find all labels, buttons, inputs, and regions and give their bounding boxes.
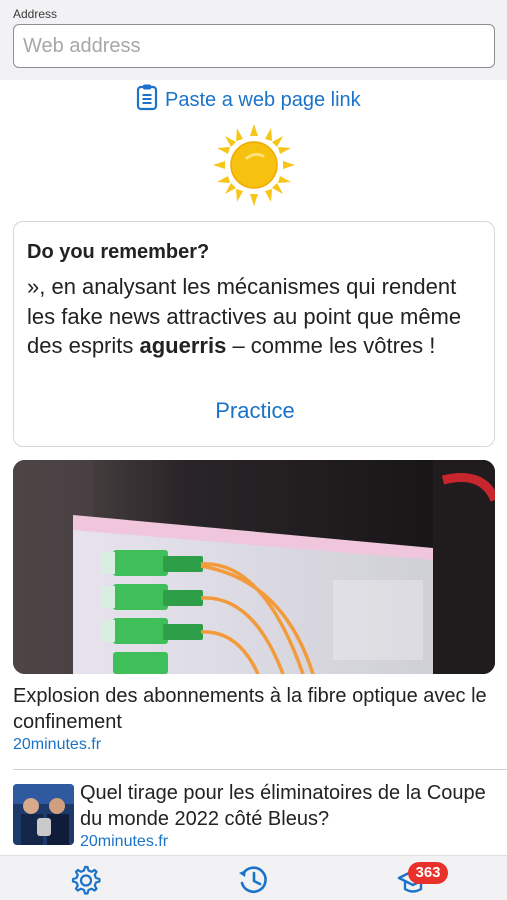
paste-link-label: Paste a web page link: [165, 88, 361, 111]
article-source: 20minutes.fr: [80, 833, 169, 850]
article-divider: [13, 769, 507, 770]
graduation-cap-icon: [397, 869, 429, 900]
article-hero-image[interactable]: [13, 460, 495, 674]
address-bar-panel: Address: [0, 0, 507, 80]
settings-tab[interactable]: [69, 864, 103, 896]
article-title[interactable]: Quel tirage pour les éliminatoires de la…: [80, 780, 500, 832]
history-clock-icon: [237, 866, 269, 900]
article-thumbnail[interactable]: [13, 784, 74, 845]
article-source: 20minutes.fr: [13, 736, 102, 753]
remember-card: Do you remember? », en analysant les méc…: [13, 221, 495, 447]
history-tab[interactable]: [237, 864, 271, 896]
card-title: Do you remember?: [27, 241, 210, 263]
article-title[interactable]: Explosion des abonnements à la fibre opt…: [13, 683, 495, 735]
practice-button[interactable]: Practice: [14, 398, 496, 424]
paste-link-button[interactable]: Paste a web page link: [135, 84, 361, 116]
card-text: », en analysant les mécanismes qui rende…: [27, 272, 483, 361]
sun-icon: [211, 122, 297, 208]
notification-badge: 363: [408, 862, 448, 884]
gear-icon: [69, 865, 101, 900]
card-text-bold: aguerris: [139, 333, 227, 358]
card-text-end: – comme les vôtres !: [226, 333, 436, 358]
address-label: Address: [13, 7, 58, 21]
web-address-input[interactable]: [13, 24, 495, 68]
clipboard-icon: [135, 83, 159, 117]
